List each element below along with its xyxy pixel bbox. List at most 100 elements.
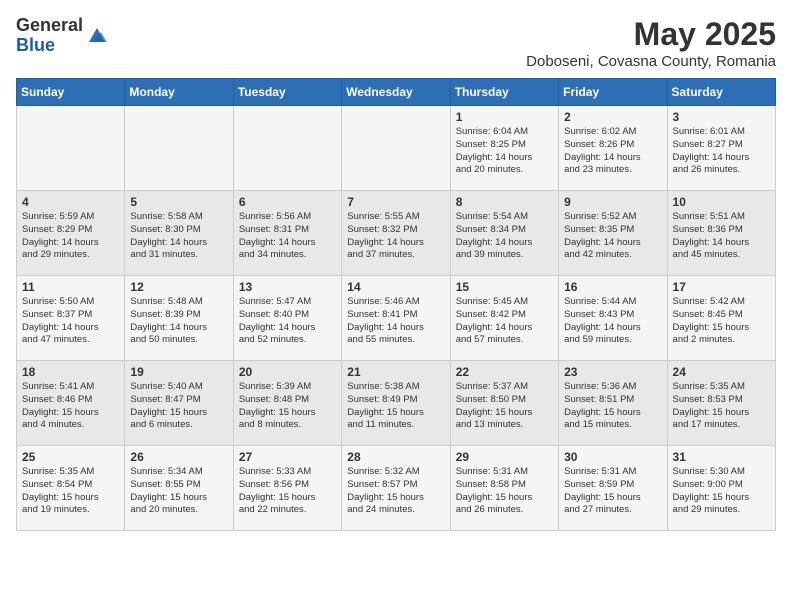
calendar-cell: 21 Sunrise: 5:38 AM Sunset: 8:49 PM Dayli… [342, 361, 450, 446]
day-number: 20 [239, 365, 336, 379]
calendar-cell: 26 Sunrise: 5:34 AM Sunset: 8:55 PM Dayli… [125, 446, 233, 531]
day-number: 25 [22, 450, 119, 464]
calendar-week-5: 25 Sunrise: 5:35 AM Sunset: 8:54 PM Dayli… [17, 446, 776, 531]
weekday-header-friday: Friday [559, 79, 667, 106]
calendar-cell: 8 Sunrise: 5:54 AM Sunset: 8:34 PM Daylig… [450, 191, 558, 276]
day-number: 7 [347, 195, 444, 209]
day-info: Sunrise: 6:01 AM Sunset: 8:27 PM Dayligh… [673, 126, 770, 177]
calendar-cell: 11Sunrise: 5:50 AM Sunset: 8:37 PM Dayli… [17, 276, 125, 361]
day-info: Sunrise: 5:44 AM Sunset: 8:43 PM Dayligh… [564, 296, 661, 347]
day-number: 3 [673, 110, 770, 124]
day-number: 22 [456, 365, 553, 379]
logo: General Blue [16, 16, 109, 56]
day-info: Sunrise: 5:58 AM Sunset: 8:30 PM Dayligh… [130, 211, 227, 262]
calendar-cell: 15 Sunrise: 5:45 AM Sunset: 8:42 PM Dayli… [450, 276, 558, 361]
day-info: Sunrise: 5:51 AM Sunset: 8:36 PM Dayligh… [673, 211, 770, 262]
calendar-table: SundayMondayTuesdayWednesdayThursdayFrid… [16, 78, 776, 531]
page-header: General Blue May 2025 Doboseni, Covasna … [16, 16, 776, 70]
day-number: 8 [456, 195, 553, 209]
calendar-cell: 28Sunrise: 5:32 AM Sunset: 8:57 PM Dayli… [342, 446, 450, 531]
calendar-cell: 2 Sunrise: 6:02 AM Sunset: 8:26 PM Daylig… [559, 106, 667, 191]
day-info: Sunrise: 5:41 AM Sunset: 8:46 PM Dayligh… [22, 381, 119, 432]
day-number: 26 [130, 450, 227, 464]
day-number: 10 [673, 195, 770, 209]
day-info: Sunrise: 5:47 AM Sunset: 8:40 PM Dayligh… [239, 296, 336, 347]
weekday-header-row: SundayMondayTuesdayWednesdayThursdayFrid… [17, 79, 776, 106]
day-number: 16 [564, 280, 661, 294]
day-info: Sunrise: 5:45 AM Sunset: 8:42 PM Dayligh… [456, 296, 553, 347]
calendar-cell: 24 Sunrise: 5:35 AM Sunset: 8:53 PM Dayli… [667, 361, 775, 446]
logo-blue-text: Blue [16, 36, 83, 56]
title-section: May 2025 Doboseni, Covasna County, Roman… [526, 16, 776, 70]
day-number: 1 [456, 110, 553, 124]
day-info: Sunrise: 5:42 AM Sunset: 8:45 PM Dayligh… [673, 296, 770, 347]
calendar-cell: 20 Sunrise: 5:39 AM Sunset: 8:48 PM Dayli… [233, 361, 341, 446]
weekday-header-saturday: Saturday [667, 79, 775, 106]
day-number: 6 [239, 195, 336, 209]
day-info: Sunrise: 5:36 AM Sunset: 8:51 PM Dayligh… [564, 381, 661, 432]
day-info: Sunrise: 5:31 AM Sunset: 8:58 PM Dayligh… [456, 466, 553, 517]
month-title: May 2025 [526, 16, 776, 53]
calendar-cell: 13 Sunrise: 5:47 AM Sunset: 8:40 PM Dayli… [233, 276, 341, 361]
day-info: Sunrise: 5:37 AM Sunset: 8:50 PM Dayligh… [456, 381, 553, 432]
day-number: 13 [239, 280, 336, 294]
calendar-cell: 23 Sunrise: 5:36 AM Sunset: 8:51 PM Dayli… [559, 361, 667, 446]
day-info: Sunrise: 6:02 AM Sunset: 8:26 PM Dayligh… [564, 126, 661, 177]
day-info: Sunrise: 5:33 AM Sunset: 8:56 PM Dayligh… [239, 466, 336, 517]
day-info: Sunrise: 5:39 AM Sunset: 8:48 PM Dayligh… [239, 381, 336, 432]
day-info: Sunrise: 5:30 AM Sunset: 9:00 PM Dayligh… [673, 466, 770, 517]
calendar-cell: 4 Sunrise: 5:59 AM Sunset: 8:29 PM Daylig… [17, 191, 125, 276]
day-number: 21 [347, 365, 444, 379]
day-info: Sunrise: 5:54 AM Sunset: 8:34 PM Dayligh… [456, 211, 553, 262]
day-info: Sunrise: 5:48 AM Sunset: 8:39 PM Dayligh… [130, 296, 227, 347]
weekday-header-thursday: Thursday [450, 79, 558, 106]
calendar-week-2: 4 Sunrise: 5:59 AM Sunset: 8:29 PM Daylig… [17, 191, 776, 276]
calendar-cell: 17 Sunrise: 5:42 AM Sunset: 8:45 PM Dayli… [667, 276, 775, 361]
day-number: 2 [564, 110, 661, 124]
day-number: 27 [239, 450, 336, 464]
calendar-cell: 25 Sunrise: 5:35 AM Sunset: 8:54 PM Dayli… [17, 446, 125, 531]
day-number: 30 [564, 450, 661, 464]
day-number: 31 [673, 450, 770, 464]
calendar-cell: 3 Sunrise: 6:01 AM Sunset: 8:27 PM Daylig… [667, 106, 775, 191]
day-number: 19 [130, 365, 227, 379]
day-info: Sunrise: 5:35 AM Sunset: 8:53 PM Dayligh… [673, 381, 770, 432]
calendar-cell: 5Sunrise: 5:58 AM Sunset: 8:30 PM Daylig… [125, 191, 233, 276]
calendar-cell: 22 Sunrise: 5:37 AM Sunset: 8:50 PM Dayli… [450, 361, 558, 446]
logo-icon [85, 24, 109, 48]
day-info: Sunrise: 5:59 AM Sunset: 8:29 PM Dayligh… [22, 211, 119, 262]
day-info: Sunrise: 5:56 AM Sunset: 8:31 PM Dayligh… [239, 211, 336, 262]
calendar-week-4: 18Sunrise: 5:41 AM Sunset: 8:46 PM Dayli… [17, 361, 776, 446]
weekday-header-wednesday: Wednesday [342, 79, 450, 106]
day-number: 14 [347, 280, 444, 294]
day-info: Sunrise: 5:34 AM Sunset: 8:55 PM Dayligh… [130, 466, 227, 517]
day-number: 15 [456, 280, 553, 294]
calendar-cell: 12Sunrise: 5:48 AM Sunset: 8:39 PM Dayli… [125, 276, 233, 361]
calendar-cell: 31 Sunrise: 5:30 AM Sunset: 9:00 PM Dayli… [667, 446, 775, 531]
calendar-cell: 29 Sunrise: 5:31 AM Sunset: 8:58 PM Dayli… [450, 446, 558, 531]
day-number: 4 [22, 195, 119, 209]
calendar-cell: 19Sunrise: 5:40 AM Sunset: 8:47 PM Dayli… [125, 361, 233, 446]
day-number: 9 [564, 195, 661, 209]
day-number: 24 [673, 365, 770, 379]
day-info: Sunrise: 5:31 AM Sunset: 8:59 PM Dayligh… [564, 466, 661, 517]
calendar-week-1: 1 Sunrise: 6:04 AM Sunset: 8:25 PM Daylig… [17, 106, 776, 191]
logo-general-text: General [16, 16, 83, 36]
day-info: Sunrise: 5:46 AM Sunset: 8:41 PM Dayligh… [347, 296, 444, 347]
calendar-cell: 16 Sunrise: 5:44 AM Sunset: 8:43 PM Dayli… [559, 276, 667, 361]
day-number: 11 [22, 280, 119, 294]
weekday-header-monday: Monday [125, 79, 233, 106]
calendar-cell [125, 106, 233, 191]
day-number: 17 [673, 280, 770, 294]
day-info: Sunrise: 5:38 AM Sunset: 8:49 PM Dayligh… [347, 381, 444, 432]
calendar-cell [342, 106, 450, 191]
day-info: Sunrise: 5:35 AM Sunset: 8:54 PM Dayligh… [22, 466, 119, 517]
day-info: Sunrise: 6:04 AM Sunset: 8:25 PM Dayligh… [456, 126, 553, 177]
calendar-cell [233, 106, 341, 191]
day-info: Sunrise: 5:55 AM Sunset: 8:32 PM Dayligh… [347, 211, 444, 262]
day-info: Sunrise: 5:52 AM Sunset: 8:35 PM Dayligh… [564, 211, 661, 262]
day-number: 29 [456, 450, 553, 464]
day-number: 23 [564, 365, 661, 379]
calendar-week-3: 11Sunrise: 5:50 AM Sunset: 8:37 PM Dayli… [17, 276, 776, 361]
calendar-cell: 6 Sunrise: 5:56 AM Sunset: 8:31 PM Daylig… [233, 191, 341, 276]
